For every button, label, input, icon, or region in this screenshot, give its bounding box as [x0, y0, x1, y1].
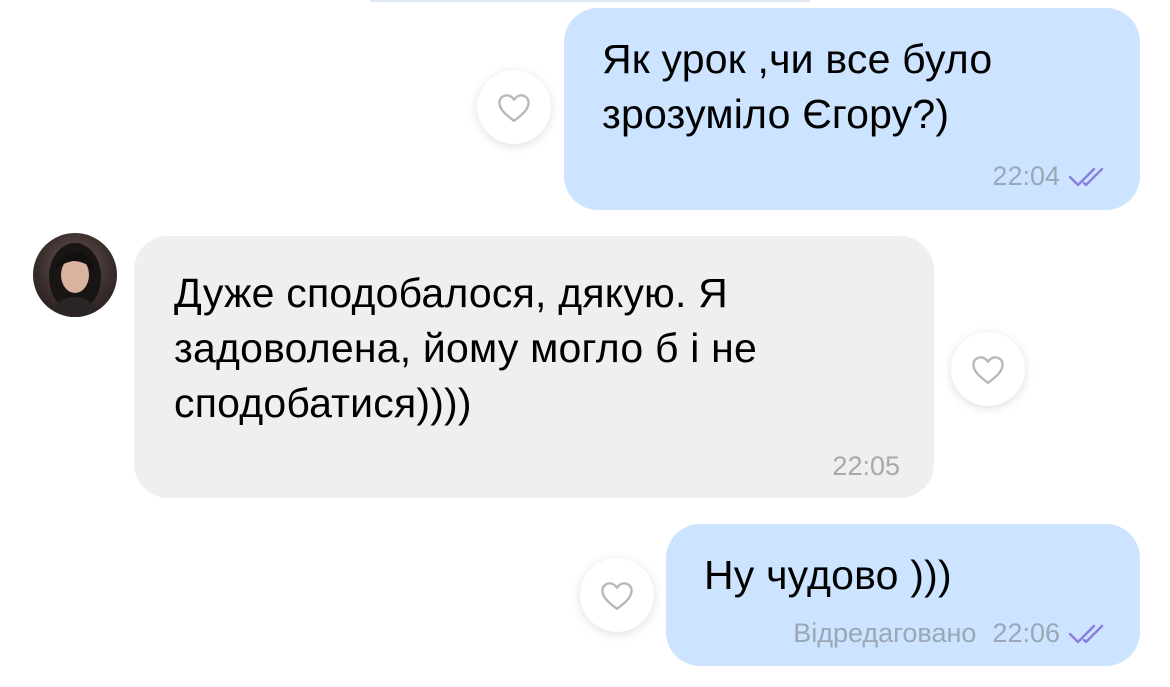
like-button[interactable] — [951, 332, 1025, 406]
heart-outline-icon — [498, 94, 530, 122]
message-meta: 22:04 — [992, 161, 1112, 192]
avatar-image — [49, 243, 101, 317]
message-text: Як урок ,чи все було зрозуміло Єгору?) — [602, 36, 993, 137]
message-meta: Відредаговано 22:06 — [793, 618, 1112, 649]
avatar[interactable] — [33, 233, 117, 317]
message-meta: 22:05 — [832, 451, 900, 482]
like-button[interactable] — [477, 70, 551, 144]
message-bubble-incoming[interactable]: Дуже сподобалося, дякую. Я задоволена, й… — [134, 236, 934, 498]
message-time: 22:04 — [992, 161, 1060, 191]
message-bubble-outgoing[interactable]: Як урок ,чи все було зрозуміло Єгору?) 2… — [564, 8, 1140, 210]
like-button[interactable] — [580, 558, 654, 632]
message-text: Дуже сподобалося, дякую. Я задоволена, й… — [174, 270, 757, 426]
edited-label: Відредаговано — [793, 618, 977, 648]
message-bubble-outgoing[interactable]: Ну чудово ))) Відредаговано 22:06 — [666, 524, 1140, 666]
message-time: 22:06 — [992, 618, 1060, 648]
previous-message-edge — [370, 0, 810, 2]
double-check-icon — [1068, 167, 1104, 186]
heart-outline-icon — [601, 582, 633, 610]
message-time: 22:05 — [832, 451, 900, 481]
heart-outline-icon — [972, 356, 1004, 384]
message-text: Ну чудово ))) — [704, 552, 952, 598]
double-check-icon — [1068, 624, 1104, 643]
